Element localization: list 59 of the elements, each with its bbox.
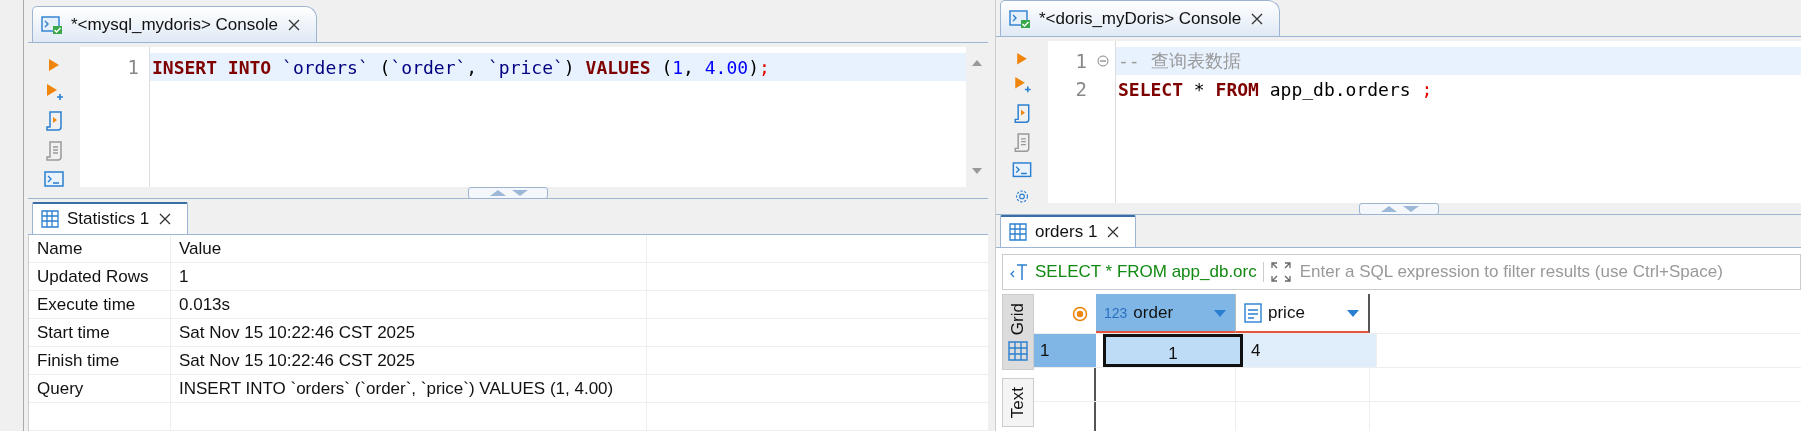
line-number: 1 — [127, 56, 140, 79]
column-header[interactable]: price — [1236, 294, 1370, 333]
fold-icon[interactable] — [1097, 55, 1109, 67]
column-header: Name — [29, 235, 171, 262]
view-tab[interactable]: Text — [1002, 378, 1034, 428]
script-icon[interactable] — [45, 111, 63, 132]
grid-icon — [1008, 341, 1028, 362]
scroll-down-icon[interactable] — [972, 167, 982, 176]
table-cell: 1 — [171, 263, 647, 290]
table-cell: Sat Nov 15 10:22:46 CST 2025 — [171, 319, 647, 346]
expand-icon[interactable] — [1269, 261, 1292, 283]
table-cell: Updated Rows — [29, 263, 171, 290]
table-cell[interactable]: 4 — [1243, 334, 1377, 367]
console-icon — [41, 14, 63, 35]
tab-title: Statistics 1 — [67, 209, 150, 229]
filter-field[interactable]: SELECT * FROM app_db.orc Enter a SQL expression to filter results (use Ctrl+Space) — [1002, 254, 1801, 290]
run-add-icon[interactable] — [1013, 76, 1031, 94]
console-tab[interactable]: *<doris_myDoris> Console — [1000, 0, 1281, 36]
table-cell: Sat Nov 15 10:22:46 CST 2025 — [171, 347, 647, 374]
statistics-tab[interactable]: Statistics 1 — [32, 202, 189, 234]
terminal-icon[interactable] — [44, 171, 64, 188]
table-cell[interactable]: 1 — [1103, 334, 1243, 367]
column-header: Value — [171, 235, 647, 262]
line-number: 2 — [1075, 78, 1088, 100]
results-tab[interactable]: orders 1 — [1000, 215, 1137, 247]
text-type-icon — [1244, 302, 1262, 323]
table-cell: 0.013s — [171, 291, 647, 318]
sql-text-icon — [1009, 262, 1029, 282]
table-cell: Start time — [29, 319, 171, 346]
document-icon[interactable] — [1013, 132, 1031, 153]
dropdown-icon[interactable] — [1346, 307, 1360, 318]
grid-icon — [1009, 223, 1027, 241]
code-line: -- 查询表数据 — [1118, 49, 1241, 73]
console-icon — [1009, 8, 1031, 29]
code-line: SELECT * FROM app_db.orders ; — [1118, 78, 1433, 100]
table-cell: INSERT INTO `orders` (`order`, `price`) VALUES (1, 4.00) — [171, 375, 647, 402]
run-icon[interactable] — [1015, 51, 1029, 67]
run-icon[interactable] — [47, 57, 61, 74]
row-number[interactable]: 1 — [1034, 334, 1096, 367]
table-cell: Execute time — [29, 291, 171, 318]
table-cell: Finish time — [29, 347, 171, 374]
document-icon[interactable] — [45, 141, 63, 162]
grid-icon — [41, 210, 59, 228]
tab-title: *<mysql_mydoris> Console — [71, 14, 278, 35]
tab-title: *<doris_myDoris> Console — [1039, 8, 1242, 29]
query-text[interactable]: SELECT * FROM app_db.orc — [1035, 262, 1264, 282]
table-cell: Query — [29, 375, 171, 402]
view-tab[interactable]: Grid — [1002, 294, 1034, 371]
console-tab[interactable]: *<mysql_mydoris> Console — [32, 6, 317, 43]
tab-title: orders 1 — [1035, 222, 1098, 242]
terminal-icon[interactable] — [1012, 162, 1032, 178]
line-number: 1 — [1075, 50, 1088, 72]
dropdown-icon[interactable] — [1213, 307, 1227, 318]
run-add-icon[interactable] — [45, 83, 63, 102]
scroll-up-icon[interactable] — [972, 59, 982, 68]
column-header[interactable]: 123 order — [1096, 294, 1236, 333]
script-icon[interactable] — [1013, 103, 1031, 123]
code-line: INSERT INTO `orders` (`order`, `price`) VALUES (1, 4.00); — [152, 56, 770, 78]
radio-icon[interactable] — [1072, 305, 1088, 322]
